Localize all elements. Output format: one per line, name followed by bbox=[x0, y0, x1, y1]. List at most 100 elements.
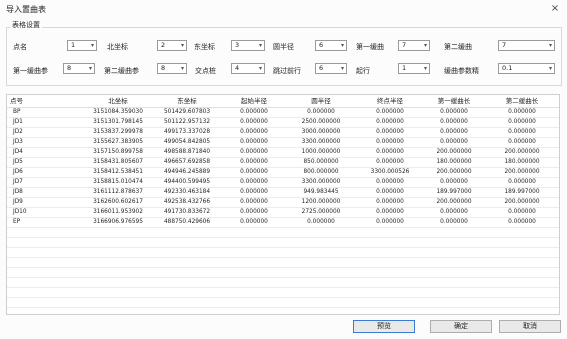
empty-row bbox=[7, 228, 559, 238]
table-cell: 3161112.878637 bbox=[93, 189, 143, 195]
table-cell: 1000.000000 bbox=[301, 149, 341, 155]
skip-rows-label: 跳过前行 bbox=[273, 67, 301, 75]
second-transition-param-select[interactable]: 8 ▾ bbox=[157, 63, 187, 74]
column-header[interactable]: 圆半径 bbox=[289, 95, 353, 107]
intersection-pile-label: 交点桩 bbox=[195, 67, 216, 75]
chevron-down-icon: ▾ bbox=[340, 65, 344, 72]
table-cell: JD10 bbox=[13, 209, 27, 215]
column-header[interactable]: 第二缓曲长 bbox=[489, 95, 555, 107]
table-cell: 800.000000 bbox=[303, 169, 339, 175]
empty-row bbox=[7, 298, 559, 308]
preview-button[interactable]: 预览 bbox=[353, 320, 415, 333]
second-transition-label: 第二缓曲 bbox=[444, 43, 472, 51]
column-header[interactable]: 点号 bbox=[10, 95, 70, 107]
close-icon[interactable]: × bbox=[548, 2, 562, 16]
table-settings-group bbox=[6, 27, 562, 86]
table-cell: 0.000000 bbox=[440, 209, 468, 215]
table-row[interactable]: JD6 3158412.538451 494946.245889 0.000000 80… bbox=[7, 168, 559, 178]
empty-row bbox=[7, 238, 559, 248]
table-row[interactable]: JD9 3162600.602617 492538.432766 0.000000 12… bbox=[7, 198, 559, 208]
table-cell: 501122.957132 bbox=[163, 119, 211, 125]
table-cell: 0.000000 bbox=[240, 129, 268, 135]
start-row-select[interactable]: 1 ▾ bbox=[398, 63, 430, 74]
table-cell: 949.983445 bbox=[303, 189, 339, 195]
table-cell: 0.000000 bbox=[376, 219, 404, 225]
point-name-select[interactable]: 1 ▾ bbox=[67, 40, 97, 51]
table-cell: 492538.432766 bbox=[163, 199, 211, 205]
column-header[interactable]: 第一缓曲长 bbox=[423, 95, 485, 107]
skip-rows-select[interactable]: 6 ▾ bbox=[315, 63, 347, 74]
column-header[interactable]: 东坐标 bbox=[155, 95, 219, 107]
table-row[interactable]: EP 3166906.976595 488750.429606 0.000000 0.0… bbox=[7, 218, 559, 228]
table-cell: 850.000000 bbox=[303, 159, 339, 165]
table-cell: 0.000000 bbox=[240, 109, 268, 115]
chevron-down-icon: ▾ bbox=[548, 65, 552, 72]
table-cell: 0.000000 bbox=[508, 139, 536, 145]
table-cell: 200.000000 bbox=[504, 169, 540, 175]
title-bar: 导入置曲表 × bbox=[0, 0, 567, 20]
chevron-down-icon: ▾ bbox=[258, 65, 262, 72]
table-cell: 492330.463184 bbox=[163, 189, 211, 195]
start-row-label: 起行 bbox=[356, 67, 370, 75]
east-coord-select[interactable]: 3 ▾ bbox=[231, 40, 265, 51]
table-cell: 0.000000 bbox=[376, 129, 404, 135]
north-coord-select[interactable]: 2 ▾ bbox=[157, 40, 187, 51]
table-cell: 189.997000 bbox=[436, 189, 472, 195]
table-cell: 3155627.383905 bbox=[93, 139, 143, 145]
table-cell: 0.000000 bbox=[376, 149, 404, 155]
table-cell: 189.997000 bbox=[504, 189, 540, 195]
table-cell: 200.000000 bbox=[504, 199, 540, 205]
table-row[interactable]: BP 3151084.359030 501429.607803 0.000000 0.0… bbox=[7, 108, 559, 118]
cancel-button[interactable]: 取消 bbox=[499, 320, 561, 333]
column-header[interactable]: 终点半径 bbox=[357, 95, 423, 107]
circle-radius-select[interactable]: 6 ▾ bbox=[315, 40, 347, 51]
table-cell: 0.000000 bbox=[376, 189, 404, 195]
second-transition-select[interactable]: 7 ▾ bbox=[498, 40, 555, 51]
table-cell: 499054.842805 bbox=[163, 139, 211, 145]
table-cell: 0.000000 bbox=[440, 109, 468, 115]
curve-table[interactable]: 点号 北坐标 东坐标 起始半径 圆半径 终点半径 第一缓曲长 第二缓曲长 BP 3… bbox=[6, 94, 560, 315]
table-row[interactable]: JD3 3155627.383905 499054.842805 0.000000 33… bbox=[7, 138, 559, 148]
table-cell: 200.000000 bbox=[436, 199, 472, 205]
chevron-down-icon: ▾ bbox=[340, 42, 344, 49]
table-cell: 0.000000 bbox=[376, 159, 404, 165]
transition-precision-select[interactable]: 0.1 ▾ bbox=[498, 63, 555, 74]
ok-button[interactable]: 确定 bbox=[430, 320, 492, 333]
first-transition-select[interactable]: 7 ▾ bbox=[398, 40, 430, 51]
north-coord-label: 北坐标 bbox=[107, 43, 128, 51]
chevron-down-icon: ▾ bbox=[90, 42, 94, 49]
table-cell: 3151301.798145 bbox=[93, 119, 143, 125]
table-row[interactable]: JD7 3158815.010474 494400.599495 0.000000 33… bbox=[7, 178, 559, 188]
table-row[interactable]: JD10 3166011.953902 491730.833672 0.000000 2… bbox=[7, 208, 559, 218]
table-cell: JD8 bbox=[13, 189, 23, 195]
table-cell: JD9 bbox=[13, 199, 23, 205]
table-cell: 3000.000000 bbox=[301, 129, 341, 135]
table-row[interactable]: JD8 3161112.878637 492330.463184 0.000000 94… bbox=[7, 188, 559, 198]
intersection-pile-select[interactable]: 4 ▾ bbox=[231, 63, 265, 74]
column-header[interactable]: 起始半径 bbox=[223, 95, 285, 107]
table-cell: JD1 bbox=[13, 119, 23, 125]
table-cell: 3153837.299978 bbox=[93, 129, 143, 135]
table-cell: 501429.607803 bbox=[163, 109, 211, 115]
second-transition-param-label: 第二缓曲参 bbox=[104, 67, 139, 75]
table-settings-label: 表格设置 bbox=[10, 20, 42, 30]
table-cell: 494946.245889 bbox=[163, 169, 211, 175]
chevron-down-icon: ▾ bbox=[180, 42, 184, 49]
table-row[interactable]: JD4 3157150.899758 498588.871840 0.000000 10… bbox=[7, 148, 559, 158]
table-cell: 0.000000 bbox=[508, 179, 536, 185]
table-cell: 3158412.538451 bbox=[93, 169, 143, 175]
column-header[interactable]: 北坐标 bbox=[85, 95, 151, 107]
table-cell: EP bbox=[13, 219, 21, 225]
chevron-down-icon: ▾ bbox=[423, 42, 427, 49]
empty-row bbox=[7, 248, 559, 258]
table-cell: 0.000000 bbox=[307, 109, 335, 115]
table-cell: 3158815.010474 bbox=[93, 179, 143, 185]
table-cell: 0.000000 bbox=[240, 139, 268, 145]
table-row[interactable]: JD2 3153837.299978 499173.337028 0.000000 30… bbox=[7, 128, 559, 138]
first-transition-param-select[interactable]: 8 ▾ bbox=[63, 63, 95, 74]
table-row[interactable]: JD5 3158431.805607 496657.692858 0.000000 85… bbox=[7, 158, 559, 168]
table-row[interactable]: JD1 3151301.798145 501122.957132 0.000000 25… bbox=[7, 118, 559, 128]
table-cell: 1200.000000 bbox=[301, 199, 341, 205]
table-cell: 200.000000 bbox=[436, 169, 472, 175]
table-cell: 3157150.899758 bbox=[93, 149, 143, 155]
